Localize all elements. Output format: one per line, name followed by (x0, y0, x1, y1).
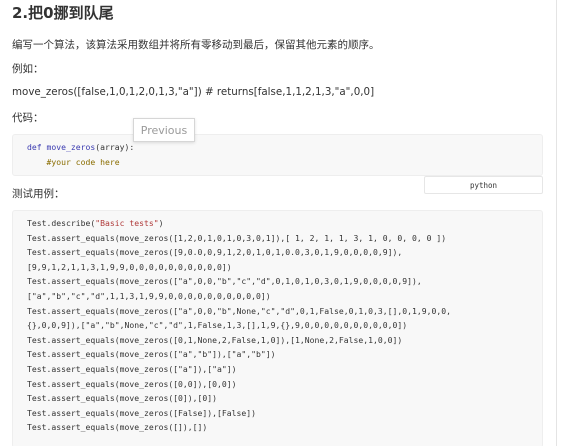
test-code: Test.describe("Basic tests") Test.assert… (27, 216, 451, 435)
starter-code-block: def move_zeros(array): #your code here (12, 134, 543, 176)
example-label: 例如： (12, 63, 44, 75)
tests-label: 测试用例： (12, 188, 65, 200)
test-line: Test.assert_equals(move_zeros([]),[]) (27, 422, 208, 433)
test-line: Test.assert_equals(move_zeros(["a",0,0,"… (27, 276, 422, 287)
test-line: Test.assert_equals(move_zeros([0]),[0]) (27, 393, 218, 404)
starter-code: def move_zeros(array): #your code here (27, 140, 134, 169)
code-label: 代码： (12, 112, 44, 124)
test-line: [9,9,1,2,1,1,3,1,9,9,0,0,0,0,0,0,0,0,0,0… (27, 261, 232, 272)
test-line: Test.assert_equals(move_zeros([0,1,None,… (27, 334, 403, 345)
function-name: move_zeros (46, 142, 96, 152)
section-title: 2.把0挪到队尾 (12, 4, 114, 22)
article-page: 2.把0挪到队尾 编写一个算法，该算法采用数组并将所有零移动到最后，保留其他元素… (0, 0, 561, 446)
test-line: ["a","b","c","d",1,1,3,1,9,9,0,0,0,0,0,0… (27, 290, 271, 301)
test-line: {},0,0,9]),["a","b",None,"c","d",1,False… (27, 320, 408, 331)
test-line: Test.assert_equals(move_zeros([9,0.0,0,9… (27, 247, 403, 258)
problem-description: 编写一个算法，该算法采用数组并将所有零移动到最后，保留其他元素的顺序。 (12, 39, 380, 51)
example-code: move_zeros([false,1,0,1,2,0,1,3,"a"]) # … (12, 86, 375, 98)
test-line: Test.assert_equals(move_zeros(["a",0,0,"… (27, 305, 451, 316)
test-describe-line: Test.describe("Basic tests") (27, 218, 164, 228)
previous-tooltip[interactable]: Previous (133, 118, 195, 142)
test-line: Test.assert_equals(move_zeros(["a","b"])… (27, 349, 276, 360)
language-label: python (424, 176, 543, 194)
test-line: Test.assert_equals(move_zeros(["a"]),["a… (27, 363, 237, 374)
test-line: Test.assert_equals(move_zeros([1,2,0,1,0… (27, 232, 447, 243)
def-keyword: def (27, 142, 42, 152)
test-line: Test.assert_equals(move_zeros([0,0]),[0,… (27, 378, 237, 389)
right-divider (556, 0, 557, 446)
test-code-block: Test.describe("Basic tests") Test.assert… (12, 210, 543, 446)
test-line: Test.assert_equals(move_zeros([False]),[… (27, 407, 257, 418)
function-params: (array): (95, 142, 135, 152)
code-comment: #your code here (46, 156, 120, 167)
